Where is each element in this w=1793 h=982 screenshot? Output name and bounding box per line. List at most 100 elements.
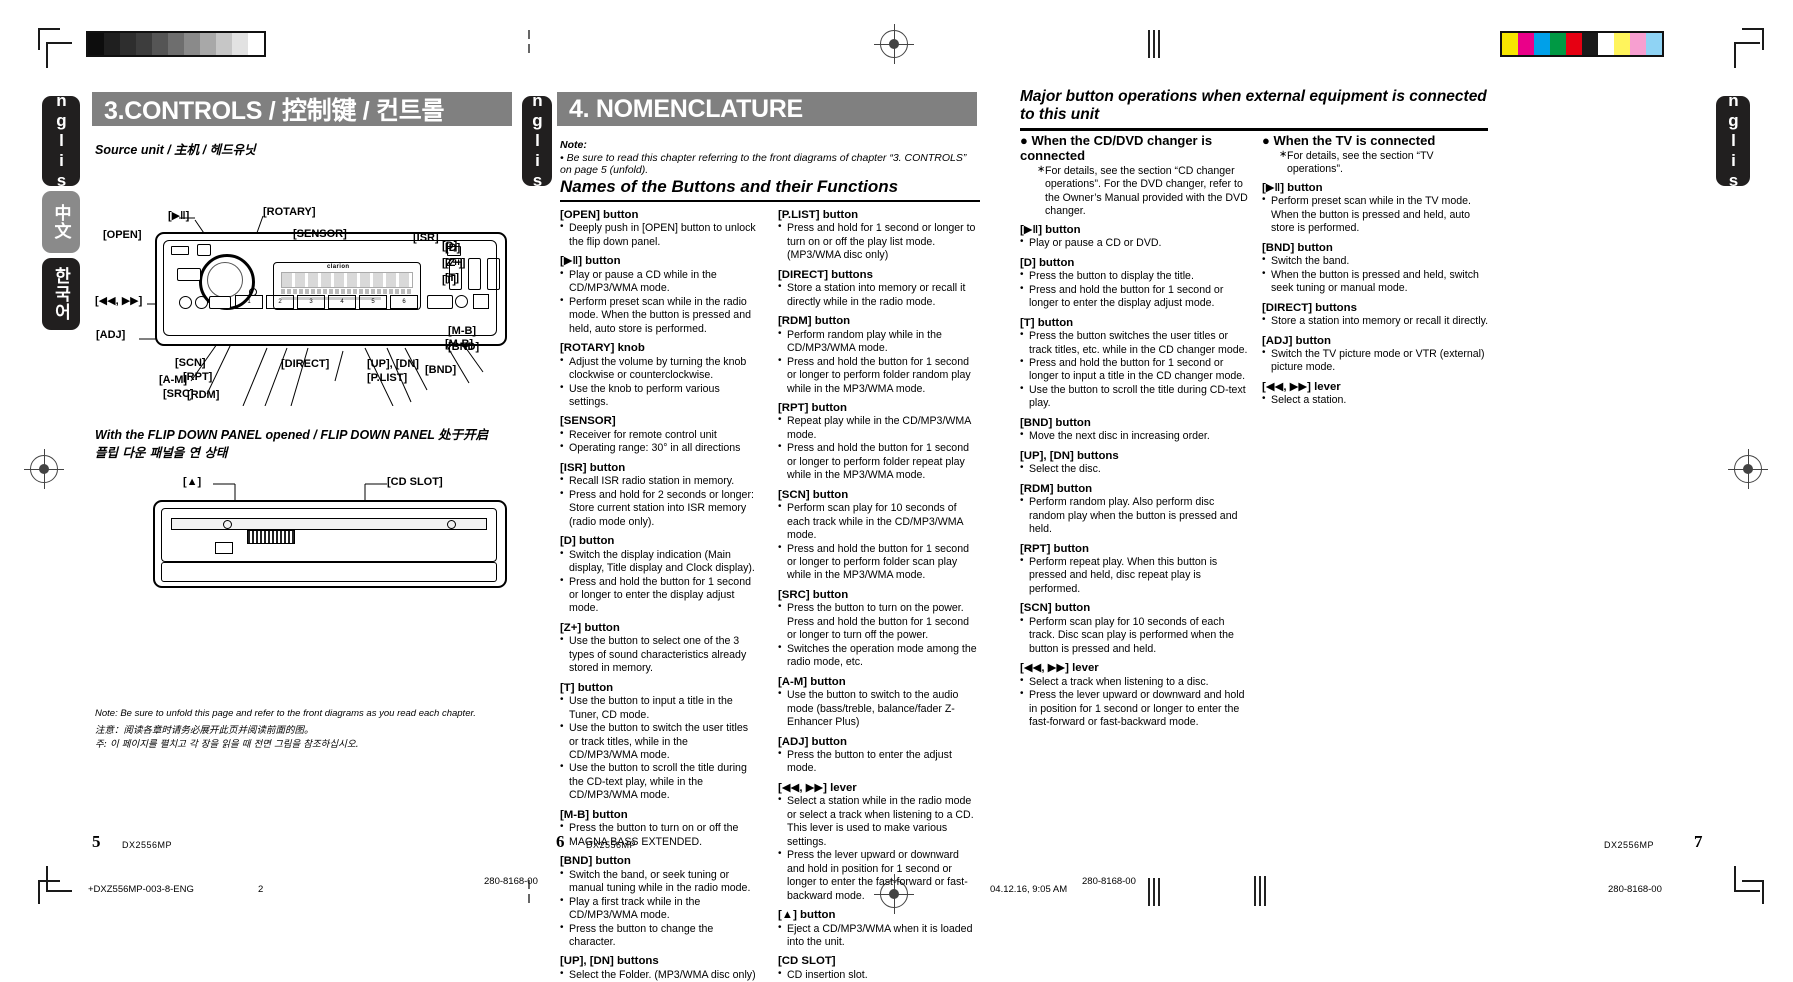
button-entry-list: Recall ISR radio station in memory.Press… — [560, 474, 758, 529]
crop-mark — [1734, 42, 1760, 44]
button-entry-item: Receiver for remote control unit — [560, 428, 758, 442]
button-entry-list: Play or pause a CD while in the CD/MP3/W… — [560, 268, 758, 336]
button-entry-heading: [RPT] button — [1020, 542, 1089, 555]
button-entry-item: Switch the band, or seek tuning or manua… — [560, 868, 758, 896]
button-entry-list: Play or pause a CD or DVD. — [1020, 236, 1252, 250]
sidebar-item-korean[interactable]: 한국어 — [42, 258, 80, 330]
button-entry-item: Select the disc. — [1020, 462, 1252, 476]
bar-registration-mark — [1148, 878, 1160, 906]
sidebar-item-chinese[interactable]: 中文 — [42, 191, 80, 253]
button-entry-heading: [▶‖] button — [560, 255, 621, 268]
flip-down-subhead-kr: 플립 다운 패널을 연 상태 — [95, 445, 228, 460]
button-entry-heading: [ROTARY] knob — [560, 342, 645, 355]
color-swatch — [1582, 33, 1598, 55]
button-entry-heading: [SRC] button — [778, 588, 849, 601]
button-entry-list: Perform repeat play. When this button is… — [1020, 555, 1252, 596]
button-entry-item: Select a station. — [1262, 393, 1490, 407]
callout-sensor: [SENSOR] — [293, 228, 347, 240]
button-entry-item: Use the button to switch the user titles… — [560, 721, 758, 762]
crop-mark — [46, 42, 72, 44]
button-entry-list: Switch the display indication (Main disp… — [560, 548, 758, 616]
color-swatch — [1566, 33, 1582, 55]
lang-tab-label: English — [52, 71, 71, 211]
color-swatch — [1518, 33, 1534, 55]
crop-mark — [46, 42, 48, 68]
sidebar-item-english-right[interactable]: English — [1716, 71, 1750, 211]
sheet-number: 2 — [258, 884, 264, 895]
button-entry-item: CD insertion slot. — [778, 968, 978, 982]
button-entry-heading: [▲] button — [778, 909, 836, 922]
lang-tab-label: English — [1724, 71, 1743, 211]
nomenclature-column-left: [OPEN] buttonDeeply push in [OPEN] butto… — [560, 208, 758, 982]
am-button-shape — [195, 296, 208, 309]
callout-t-right: [T] — [442, 274, 457, 286]
button-entry-list: Use the button to select one of the 3 ty… — [560, 634, 758, 675]
button-entry-list: Press the button to display the title.Pr… — [1020, 269, 1252, 310]
button-entry-heading: [T] button — [560, 681, 614, 694]
right-column-left: ● When the CD/DVD changer is connected F… — [1020, 133, 1252, 730]
button-entry-heading: [D] button — [1020, 256, 1075, 269]
button-entry-item: Perform preset scan while in the TV mode… — [1262, 194, 1490, 235]
brand-logo: clarion — [327, 264, 350, 270]
button-entry-item: Press and hold for 2 seconds or longer: … — [560, 488, 758, 529]
button-entry-item: Select a station while in the radio mode… — [778, 794, 978, 849]
button-entry-heading: [◀◀, ▶▶] lever — [1262, 380, 1341, 393]
button-entry-item: Adjust the volume by turning the knob cl… — [560, 355, 758, 383]
button-entry-item: Switch the display indication (Main disp… — [560, 548, 758, 576]
sidebar-item-english-middle[interactable]: English — [522, 71, 552, 211]
flip-down-panel-diagram: [▲] [CD SLOT] — [95, 462, 515, 602]
button-entry-list: Perform random play. Also perform disc r… — [1020, 495, 1252, 536]
button-entry-item: Store a station into memory or recall it… — [778, 281, 978, 309]
sidebar-item-english-left[interactable]: English — [42, 71, 80, 211]
callout-eject: [▲] — [183, 476, 202, 488]
button-entry-list: Store a station into memory or recall it… — [778, 281, 978, 309]
registration-target-icon — [1728, 449, 1768, 489]
callout-mb-right: [M-B] — [448, 325, 477, 337]
button-entry-heading: [RPT] button — [778, 401, 847, 414]
button-entry-heading: [DIRECT] buttons — [778, 268, 873, 281]
button-entry-item: Press and hold the button for 1 second o… — [1020, 356, 1252, 384]
color-swatch — [248, 33, 264, 55]
button-entry-heading: [CD SLOT] — [778, 955, 836, 968]
callout-isr: [ISR] — [413, 232, 439, 244]
button-entry-heading: [ADJ] button — [778, 735, 847, 748]
callout-open: [OPEN] — [103, 229, 142, 241]
button-entry-heading: [P.LIST] button — [778, 209, 859, 221]
callout-d-right: [D] — [442, 240, 458, 252]
button-entry-list: Move the next disc in increasing order. — [1020, 429, 1252, 443]
source-unit-subhead: Source unit / 主机 / 헤드유닛 — [95, 143, 256, 157]
right-bullet-note-tv: For details, see the section “TV operati… — [1278, 149, 1490, 177]
callout-scn: [SCN] — [175, 357, 206, 369]
callout-play-pause: [▶‖] — [168, 210, 190, 222]
button-entry-heading: [D] button — [560, 535, 615, 548]
button-entry-item: Use the button to switch to the audio mo… — [778, 688, 978, 729]
button-entry-list: Repeat play while in the CD/MP3/WMA mode… — [778, 414, 978, 482]
button-entry-item: Select the Folder. (MP3/WMA disc only) — [560, 968, 758, 982]
button-entry-item: Press the button switches the user title… — [1020, 329, 1252, 357]
crop-mark — [46, 890, 72, 892]
left-note-cn: 注意：阅读各章时请务必展开此页并阅读前面的图。 — [95, 725, 314, 736]
right-page-heading-rule — [1020, 128, 1488, 131]
button-entry-list: Press the button switches the user title… — [1020, 329, 1252, 411]
preset-button-row: 1 2 3 4 5 6 — [235, 295, 418, 309]
left-note-en: Note: Be sure to unfold this page and re… — [95, 708, 476, 719]
right-model-code: DX2556MP — [1604, 840, 1655, 850]
callout-seek-lever: [◀◀, ▶▶] — [95, 295, 143, 307]
chapter-banner-title: 3.CONTROLS / 控制键 / 컨트롤 — [104, 97, 445, 125]
button-entry-heading: [▶‖] button — [1020, 223, 1081, 236]
callout-zplus-right: [Z+] — [442, 257, 463, 269]
crop-mark — [1734, 890, 1760, 892]
registration-target-icon — [874, 24, 914, 64]
nomenclature-note-label: Note: — [560, 139, 587, 151]
button-entry-item: Use the button to select one of the 3 ty… — [560, 634, 758, 675]
crop-mark — [38, 880, 60, 882]
crop-mark — [46, 866, 48, 892]
right-bullet-head-cd: ● When the CD/DVD changer is connected — [1020, 133, 1213, 163]
button-entry-item: Perform repeat play. When this button is… — [1020, 555, 1252, 596]
right-bullet-head-tv: ● When the TV is connected — [1262, 133, 1436, 148]
button-entry-list: Perform scan play for 10 seconds of each… — [1020, 615, 1252, 656]
button-entry-item: Press the button to change the character… — [560, 922, 758, 950]
callout-rotary: [ROTARY] — [263, 206, 316, 218]
middle-model-code: DX2556MP — [586, 840, 637, 850]
right-page-number: 7 — [1694, 832, 1703, 851]
